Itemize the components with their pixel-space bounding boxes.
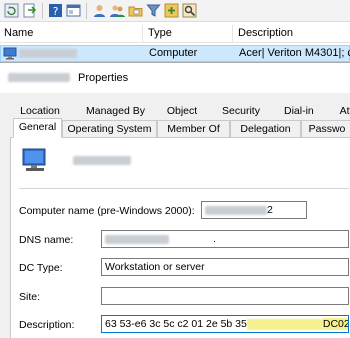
dialog-title: Properties	[78, 72, 129, 84]
tab-operating-system[interactable]: Operating System	[62, 120, 157, 137]
snap-in-icon[interactable]	[66, 3, 81, 18]
dns-name-value: .	[213, 233, 216, 245]
find-icon[interactable]	[182, 3, 197, 18]
tab-general[interactable]: General	[13, 118, 62, 138]
list-header: Name Type Description	[0, 25, 350, 43]
toolbar-separator	[86, 3, 87, 19]
computer-icon	[3, 47, 17, 60]
computer-name-redacted	[73, 156, 131, 168]
dc-type-field[interactable]: Workstation or server	[101, 258, 349, 276]
computer-name-value: 2	[267, 204, 273, 216]
column-divider[interactable]	[232, 25, 233, 43]
dc-type-label: DC Type:	[19, 262, 63, 274]
column-divider[interactable]	[142, 25, 143, 43]
row-name-redacted	[19, 49, 77, 61]
computer-icon	[22, 148, 46, 171]
dns-name-field[interactable]: .	[101, 230, 349, 248]
dialog-titlebar: Properties	[0, 63, 350, 93]
properties-dialog: Properties Location Managed By Object Se…	[0, 62, 350, 338]
site-field[interactable]	[101, 287, 349, 305]
description-field[interactable]: 63 53-e6 3c 5c c2 01 2e 5b 35 DC02	[101, 315, 349, 333]
row-type: Computer	[149, 47, 198, 59]
add-to-group-icon[interactable]	[164, 3, 179, 18]
help-icon[interactable]: ?	[48, 3, 63, 18]
general-panel: Computer name (pre-Windows 2000): 2 DNS …	[10, 137, 350, 338]
description-tail: DC02	[322, 318, 349, 330]
table-row[interactable]: Computer Acer| Veriton M4301|; c2	[0, 45, 350, 62]
dialog-title-redacted	[8, 73, 70, 85]
filter-icon[interactable]	[146, 3, 161, 18]
dns-name-label: DNS name:	[19, 234, 74, 246]
refresh-icon[interactable]	[4, 3, 19, 18]
tab-managed-by[interactable]: Managed By	[86, 103, 145, 120]
tab-security[interactable]: Security	[222, 103, 260, 120]
toolbar: ?	[0, 0, 350, 22]
group-icon[interactable]	[110, 3, 125, 18]
row-description: Acer| Veriton M4301|; c2	[239, 47, 350, 59]
tab-object[interactable]: Object	[166, 103, 198, 120]
computer-name-field[interactable]: 2	[201, 201, 307, 219]
toolbar-separator	[42, 3, 43, 19]
column-header-name[interactable]: Name	[4, 27, 33, 39]
tab-delegation[interactable]: Delegation	[230, 120, 301, 137]
tab-attribute-editor[interactable]: Att	[336, 103, 350, 120]
tab-member-of[interactable]: Member Of	[157, 120, 230, 137]
column-header-type[interactable]: Type	[148, 27, 172, 39]
description-value: 63 53-e6 3c 5c c2 01 2e 5b 35	[105, 318, 247, 330]
svg-text:?: ?	[53, 5, 59, 18]
export-list-icon[interactable]	[22, 3, 37, 18]
description-highlight-redacted	[246, 318, 323, 330]
description-label: Description:	[19, 319, 75, 331]
user-icon[interactable]	[92, 3, 107, 18]
separator	[19, 188, 349, 189]
tab-dial-in[interactable]: Dial-in	[284, 103, 314, 120]
tab-password[interactable]: Passwo	[301, 120, 350, 137]
computer-name-label: Computer name (pre-Windows 2000):	[19, 205, 195, 217]
column-header-description[interactable]: Description	[238, 27, 293, 39]
ou-folder-icon[interactable]	[128, 3, 143, 18]
site-label: Site:	[19, 291, 41, 303]
